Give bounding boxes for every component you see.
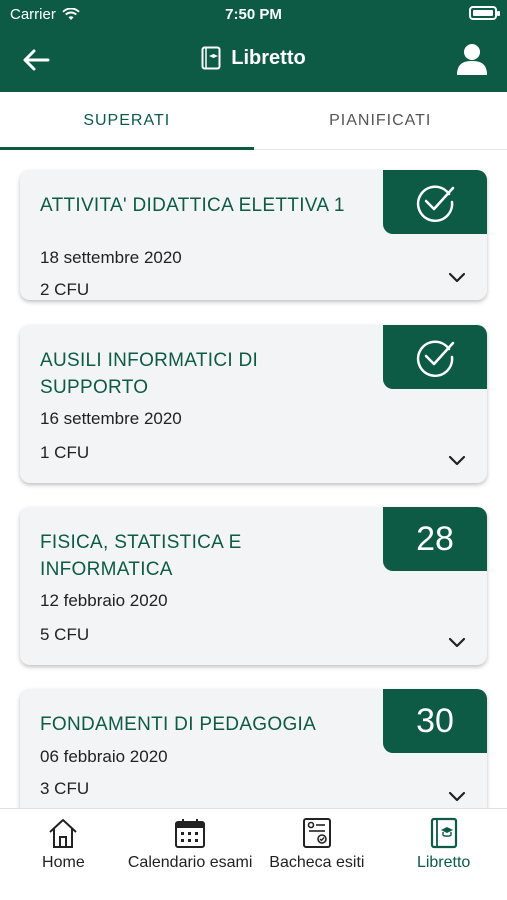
nav-bacheca-label: Bacheca esiti	[269, 854, 365, 871]
bottom-nav: Home Calendario esami Bacheca esiti Libr…	[0, 808, 507, 900]
nav-calendario-esami[interactable]: Calendario esami	[127, 809, 254, 900]
nav-libretto-label: Libretto	[416, 854, 471, 871]
exam-name: ATTIVITA' DIDATTICA ELETTIVA 1	[40, 195, 345, 216]
battery-icon	[469, 6, 500, 20]
clock: 7:50 PM	[225, 6, 282, 23]
nav-bar: Libretto	[0, 28, 507, 92]
exam-card[interactable]: FONDAMENTI DI PEDAGOGIA 06 febbraio 2020…	[20, 689, 487, 808]
exam-date: 16 settembre 2020	[40, 409, 182, 428]
exam-cfu: 1 CFU	[40, 443, 90, 462]
nav-libretto[interactable]: Libretto	[380, 809, 507, 900]
exam-cfu: 5 CFU	[40, 625, 90, 644]
exam-cfu: 3 CFU	[40, 779, 90, 798]
exam-list[interactable]: ATTIVITA' DIDATTICA ELETTIVA 1 18 settem…	[0, 150, 507, 808]
grade-badge: 30	[383, 689, 487, 753]
check-circle-icon	[416, 185, 455, 222]
exam-name: FISICA, STATISTICA E INFORMATICA	[40, 532, 242, 580]
check-circle-icon	[416, 340, 455, 377]
passed-badge	[383, 325, 487, 389]
exam-name: FONDAMENTI DI PEDAGOGIA	[40, 714, 317, 735]
tab-bar: SUPERATI PIANIFICATI	[0, 92, 507, 150]
grade-badge: 28	[383, 507, 487, 571]
exam-date: 06 febbraio 2020	[40, 747, 168, 766]
nav-home[interactable]: Home	[0, 809, 127, 900]
profile-icon[interactable]	[455, 42, 489, 76]
exam-card[interactable]: FISICA, STATISTICA E INFORMATICA 12 febb…	[20, 507, 487, 665]
calendar-icon	[175, 819, 206, 848]
exam-cfu: 2 CFU	[40, 280, 90, 299]
passed-badge	[383, 170, 487, 234]
page-title: Libretto	[231, 46, 306, 69]
results-board-icon	[302, 818, 331, 848]
book-icon	[201, 46, 221, 70]
status-bar: Carrier 7:50 PM	[0, 0, 507, 28]
chevron-down-icon[interactable]	[447, 789, 467, 803]
tab-superati[interactable]: SUPERATI	[0, 92, 254, 150]
exam-name: AUSILI INFORMATICI DI SUPPORTO	[40, 350, 259, 398]
chevron-down-icon[interactable]	[447, 635, 467, 649]
tab-pianificati[interactable]: PIANIFICATI	[254, 92, 507, 149]
book-icon	[430, 817, 457, 849]
exam-card[interactable]: AUSILI INFORMATICI DI SUPPORTO 16 settem…	[20, 325, 487, 483]
exam-date: 18 settembre 2020	[40, 248, 182, 267]
page-title-group: Libretto	[0, 46, 507, 70]
chevron-down-icon[interactable]	[447, 453, 467, 467]
nav-bacheca-esiti[interactable]: Bacheca esiti	[254, 809, 381, 900]
nav-home-label: Home	[42, 854, 85, 871]
nav-calendario-label: Calendario esami	[127, 854, 253, 871]
home-icon	[49, 819, 78, 848]
chevron-down-icon[interactable]	[447, 270, 467, 284]
exam-card[interactable]: ATTIVITA' DIDATTICA ELETTIVA 1 18 settem…	[20, 170, 487, 300]
exam-date: 12 febbraio 2020	[40, 591, 168, 610]
